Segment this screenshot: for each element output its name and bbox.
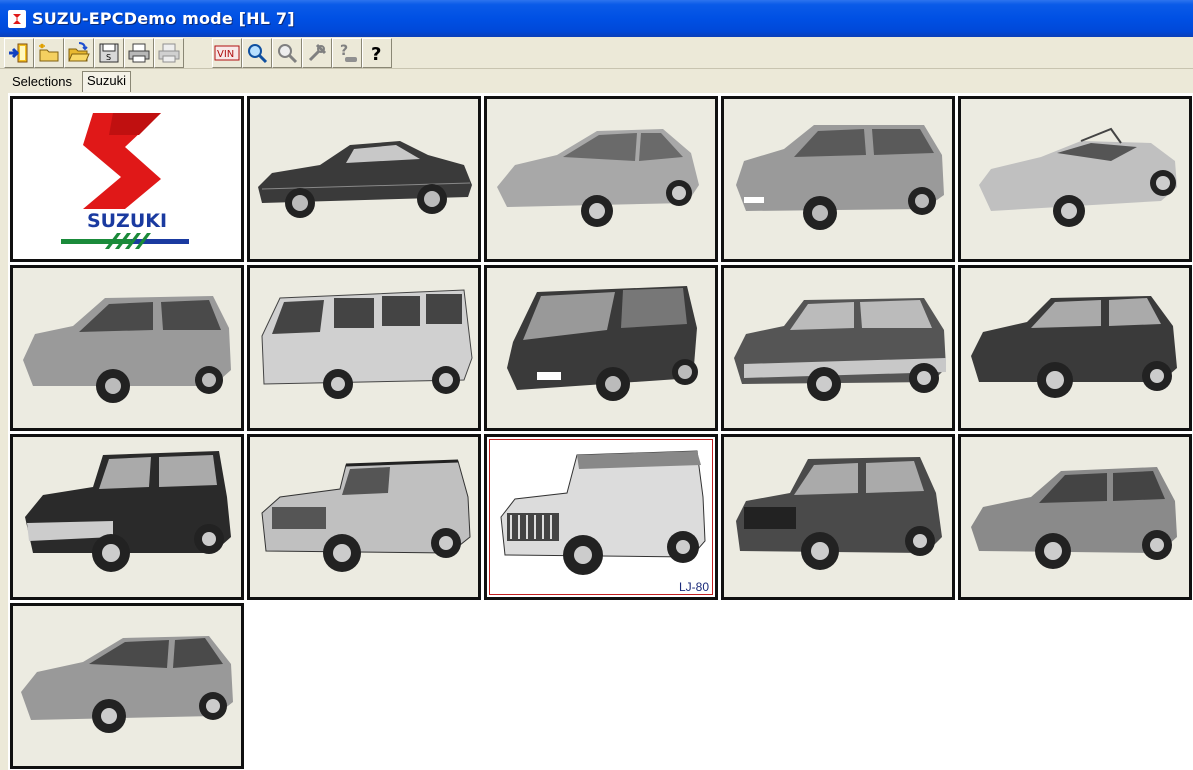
- tab-selections[interactable]: Selections: [8, 73, 76, 90]
- print-preview-button[interactable]: [154, 37, 184, 68]
- model-tile-lj80[interactable]: LJ-80: [484, 434, 718, 600]
- model-tile-roadster[interactable]: [958, 96, 1192, 262]
- search-icon: [248, 43, 268, 63]
- model-grid: SUZUKI LJ-80: [0, 93, 1193, 770]
- car-liana-image: [21, 636, 233, 733]
- search-next-button[interactable]: [272, 37, 302, 68]
- save-icon: S: [99, 43, 119, 62]
- model-tile-van[interactable]: [247, 265, 481, 431]
- search-button[interactable]: [242, 37, 272, 68]
- car-samurai-soft-image: [261, 459, 471, 572]
- window-title: SUZU-EPCDemo mode [HL 7]: [32, 9, 295, 28]
- car-lj80-image: [500, 450, 706, 575]
- title-bar: SUZU-EPCDemo mode [HL 7]: [0, 0, 1193, 37]
- help-button[interactable]: ?: [362, 37, 392, 68]
- question-car-button[interactable]: ?: [332, 37, 362, 68]
- car-suv-5door-image: [734, 298, 946, 401]
- car-suv-3door-image: [971, 296, 1177, 398]
- car-alto-image: [736, 125, 944, 230]
- model-tile-hatchback[interactable]: [484, 96, 718, 262]
- exit-button[interactable]: [4, 37, 34, 68]
- model-tile-minivan[interactable]: [484, 265, 718, 431]
- new-folder-icon: [39, 43, 59, 61]
- car-sedan-image: [258, 141, 472, 218]
- print-preview-icon: [158, 43, 180, 62]
- help-icon: ?: [371, 44, 381, 65]
- car-ignis-image: [971, 467, 1177, 569]
- save-button[interactable]: S: [94, 37, 124, 68]
- model-tile-wagon-r[interactable]: [10, 265, 244, 431]
- car-jimny-image: [736, 457, 942, 570]
- model-tile-ignis[interactable]: [958, 434, 1192, 600]
- model-tile-samurai-hardtop[interactable]: [10, 434, 244, 600]
- svg-text:?: ?: [371, 44, 381, 65]
- tools-button[interactable]: [302, 37, 332, 68]
- open-folder-icon: [68, 41, 90, 61]
- model-tile-liana[interactable]: [10, 603, 244, 769]
- question-car-icon: ?: [340, 43, 357, 62]
- toolbar: S VIN ? ?: [0, 37, 1193, 69]
- search-next-icon: [278, 43, 298, 63]
- vin-icon: VIN: [214, 45, 240, 60]
- print-button[interactable]: [124, 37, 154, 68]
- tab-strip: Selections Suzuki: [0, 69, 1193, 93]
- suzuki-logo: SUZUKI: [61, 113, 189, 249]
- exit-icon: [9, 43, 28, 62]
- model-tile-sedan[interactable]: [247, 96, 481, 262]
- svg-text:VIN: VIN: [217, 49, 234, 60]
- brand-logo-tile[interactable]: SUZUKI: [10, 96, 244, 262]
- model-tile-alto[interactable]: [721, 96, 955, 262]
- vin-button[interactable]: VIN: [212, 37, 242, 68]
- car-van-image: [261, 289, 473, 399]
- car-roadster-image: [979, 127, 1177, 227]
- svg-text:S: S: [106, 53, 111, 62]
- model-tile-samurai-soft[interactable]: [247, 434, 481, 600]
- suzuki-logo-icon: [8, 9, 26, 28]
- svg-text:?: ?: [340, 43, 348, 59]
- car-hatchback-image: [497, 129, 699, 227]
- tools-icon: [308, 43, 327, 61]
- new-button[interactable]: [34, 37, 64, 68]
- car-wagon-r-image: [23, 296, 231, 403]
- open-button[interactable]: [64, 37, 94, 68]
- car-minivan-image: [507, 286, 698, 401]
- print-icon: [128, 43, 150, 62]
- svg-text:SUZUKI: SUZUKI: [87, 210, 167, 232]
- model-tile-suv-3door[interactable]: [958, 265, 1192, 431]
- model-caption: LJ-80: [678, 580, 709, 594]
- model-tile-suv-5door[interactable]: [721, 265, 955, 431]
- car-samurai-hardtop-image: [25, 451, 231, 572]
- tab-suzuki[interactable]: Suzuki: [82, 71, 132, 92]
- model-tile-jimny[interactable]: [721, 434, 955, 600]
